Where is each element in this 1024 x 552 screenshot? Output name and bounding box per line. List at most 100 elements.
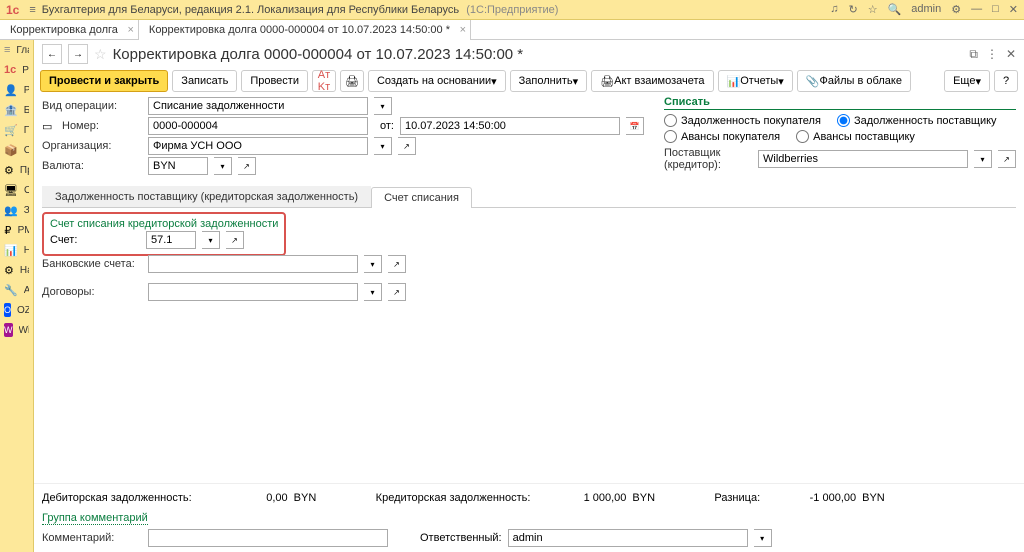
comment-input[interactable]: [148, 529, 388, 547]
tab-document[interactable]: Корректировка долга 0000-000004 от 10.07…: [139, 20, 471, 40]
sidebar-item-wildberries[interactable]: WWildberries: [0, 320, 33, 340]
close-icon[interactable]: ×: [127, 24, 133, 36]
sidebar-item-rmk[interactable]: ₽РМК: [0, 220, 33, 240]
nav-back-button[interactable]: ←: [42, 44, 62, 64]
reports-button[interactable]: 📊 Отчеты ▾: [718, 70, 793, 92]
currency-input[interactable]: [148, 157, 208, 175]
open-icon[interactable]: ↗: [998, 150, 1016, 168]
credit-value: 1 000,00: [536, 492, 626, 504]
dropdown-icon[interactable]: ▾: [364, 283, 382, 301]
currency: BYN: [294, 492, 324, 504]
sidebar-item-bank[interactable]: 🏦Банк и касса: [0, 100, 33, 120]
sidebar-item-assets[interactable]: 🖥ОС и НМА: [0, 180, 33, 200]
maximize-icon[interactable]: □: [992, 3, 999, 16]
dropdown-icon[interactable]: ▾: [374, 137, 392, 155]
supplier-input[interactable]: [758, 150, 968, 168]
open-new-window-icon[interactable]: ⧉: [969, 47, 978, 62]
op-type-input[interactable]: [148, 97, 368, 115]
menu-dots-icon[interactable]: ⋮: [986, 47, 998, 62]
write-button[interactable]: Записать: [172, 70, 237, 92]
help-button[interactable]: ?: [994, 70, 1018, 92]
main-icon: ≡: [4, 44, 10, 56]
ozon-icon: O: [4, 303, 11, 317]
calendar-icon[interactable]: 📅: [626, 117, 644, 135]
open-icon[interactable]: ↗: [238, 157, 256, 175]
open-icon[interactable]: ↗: [398, 137, 416, 155]
more-button[interactable]: Еще ▾: [944, 70, 990, 92]
search-icon[interactable]: 🔍: [888, 3, 902, 16]
act-button[interactable]: 🖨 Акт взаимозачета: [591, 70, 713, 92]
org-input[interactable]: [148, 137, 368, 155]
sidebar-item-main[interactable]: ≡Главное: [0, 40, 33, 60]
responsible-label: Ответственный:: [420, 532, 502, 544]
credit-label: Кредиторская задолженность:: [376, 492, 531, 504]
tab-list[interactable]: Корректировка долга×: [0, 20, 139, 40]
diff-label: Разница:: [714, 492, 760, 504]
dropdown-icon[interactable]: ▾: [974, 150, 992, 168]
close-icon[interactable]: ✕: [1009, 3, 1018, 16]
contracts-input[interactable]: [148, 283, 358, 301]
dropdown-icon[interactable]: ▾: [754, 529, 772, 547]
create-basis-button[interactable]: Создать на основании ▾: [368, 70, 506, 92]
currency-label: Валюта:: [42, 160, 142, 172]
post-button[interactable]: Провести: [241, 70, 308, 92]
warehouse-icon: 📦: [4, 144, 18, 157]
group-comment-link[interactable]: Группа комментарий: [42, 512, 148, 525]
sidebar-item-production[interactable]: ⚙Производство: [0, 160, 33, 180]
account-legend: Счет списания кредиторской задолженности: [50, 218, 278, 230]
favorite-icon[interactable]: ☆: [94, 46, 107, 63]
user-label[interactable]: admin: [911, 3, 941, 16]
tab-writeoff-account[interactable]: Счет списания: [371, 187, 472, 208]
sidebar-item-salary[interactable]: 👥Зарплата и кадры: [0, 200, 33, 220]
open-icon[interactable]: ↗: [226, 231, 244, 249]
bell-icon[interactable]: ♫: [830, 3, 838, 16]
sidebar-item-tax[interactable]: 📊Налоги и отчетность: [0, 240, 33, 260]
radio-buyer-debt[interactable]: Задолженность покупателя: [664, 114, 821, 127]
sidebar-item-settings[interactable]: ⚙Настройки учета: [0, 260, 33, 280]
number-input[interactable]: [148, 117, 368, 135]
files-button[interactable]: 📎 Файлы в облаке: [797, 70, 911, 92]
op-type-label: Вид операции:: [42, 100, 142, 112]
sidebar-item-manager[interactable]: 👤Руководителю: [0, 80, 33, 100]
sidebar-item-poby[interactable]: 1cPO.BY: [0, 60, 33, 80]
history-icon[interactable]: ↻: [848, 3, 857, 16]
bank-input[interactable]: [148, 255, 358, 273]
print-button[interactable]: 🖨: [340, 70, 364, 92]
sidebar-item-admin[interactable]: 🔧Администрирование: [0, 280, 33, 300]
tax-icon: 📊: [4, 244, 18, 257]
radio-buyer-advance[interactable]: Авансы покупателя: [664, 130, 780, 143]
dropdown-icon[interactable]: ▾: [214, 157, 232, 175]
open-icon[interactable]: ↗: [388, 255, 406, 273]
rmk-icon: ₽: [4, 224, 12, 237]
account-input[interactable]: [146, 231, 196, 249]
sidebar-item-sales[interactable]: 🛒Покупки и продажи: [0, 120, 33, 140]
close-doc-icon[interactable]: ✕: [1006, 47, 1016, 62]
diff-value: -1 000,00: [766, 492, 856, 504]
sidebar-item-warehouse[interactable]: 📦Склад: [0, 140, 33, 160]
close-icon[interactable]: ×: [460, 24, 466, 36]
sidebar-item-ozon[interactable]: OOZON: [0, 300, 33, 320]
responsible-input[interactable]: [508, 529, 748, 547]
currency: BYN: [862, 492, 892, 504]
dropdown-icon[interactable]: ▾: [202, 231, 220, 249]
radio-supplier-advance[interactable]: Авансы поставщику: [796, 130, 915, 143]
supplier-label: Поставщик (кредитор):: [664, 147, 752, 171]
bank-icon: 🏦: [4, 104, 18, 117]
menu-icon[interactable]: ≡: [29, 4, 35, 16]
writeoff-legend: Списать: [664, 96, 1016, 110]
radio-supplier-debt[interactable]: Задолженность поставщику: [837, 114, 997, 127]
currency: BYN: [632, 492, 662, 504]
dropdown-icon[interactable]: ▾: [364, 255, 382, 273]
open-icon[interactable]: ↗: [388, 283, 406, 301]
minimize-icon[interactable]: —: [971, 3, 982, 16]
nav-forward-button[interactable]: →: [68, 44, 88, 64]
star-icon[interactable]: ☆: [868, 3, 878, 16]
post-and-close-button[interactable]: Провести и закрыть: [40, 70, 168, 92]
fill-button[interactable]: Заполнить ▾: [510, 70, 588, 92]
dropdown-icon[interactable]: ▾: [374, 97, 392, 115]
dtkt-button[interactable]: AтKт: [312, 70, 336, 92]
account-highlight: Счет списания кредиторской задолженности…: [42, 212, 286, 256]
settings-icon[interactable]: ⚙: [951, 3, 961, 16]
tab-debt[interactable]: Задолженность поставщику (кредиторская з…: [42, 186, 371, 207]
date-input[interactable]: [400, 117, 620, 135]
